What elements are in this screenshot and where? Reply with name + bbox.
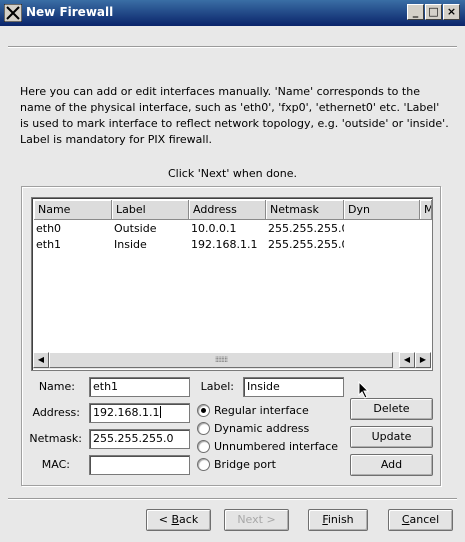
cell-name: eth1 [36, 238, 62, 251]
next-button[interactable]: Next > [224, 509, 289, 531]
column-header-name[interactable]: Name [34, 200, 112, 220]
name-label: Name: [38, 380, 75, 393]
back-button[interactable]: < Back [146, 509, 211, 531]
address-input-value: 192.168.1.1 [93, 406, 160, 419]
netmask-input-value: 255.255.255.0 [93, 432, 174, 445]
scroll-left-arrow-icon[interactable]: ◀ [399, 352, 415, 368]
bridge-port-label[interactable]: Bridge port [214, 458, 276, 471]
dynamic-address-label[interactable]: Dynamic address [214, 422, 309, 435]
window-title: New Firewall [26, 5, 114, 19]
name-input-value: eth1 [93, 380, 119, 393]
cell-label: Inside [114, 238, 147, 251]
unnumbered-interface-label[interactable]: Unnumbered interface [214, 440, 338, 453]
table-horizontal-scrollbar[interactable]: ◀ ⁞⁞⁞⁞⁞⁞⁞⁞ ◀ ▶ [33, 352, 431, 369]
dynamic-address-radio[interactable] [197, 422, 210, 435]
minimize-button[interactable]: _ [407, 4, 424, 20]
netmask-label: Netmask: [29, 432, 82, 445]
table-header: Name Label Address Netmask Dyn M [34, 200, 432, 220]
finish-rest: inish [327, 513, 354, 526]
cell-netmask: 255.255.255.0 [268, 238, 344, 251]
delete-button[interactable]: Delete [350, 398, 433, 420]
maximize-button[interactable]: □ [425, 4, 442, 20]
firewall-app-icon [4, 4, 22, 22]
address-label: Address: [32, 406, 80, 419]
interfaces-table[interactable]: Name Label Address Netmask Dyn M eth0 Ou… [31, 197, 433, 371]
table-row[interactable]: eth0 Outside 10.0.0.1 255.255.255.0 [34, 221, 432, 237]
label-label: Label: [200, 380, 234, 393]
update-button[interactable]: Update [350, 426, 433, 448]
cell-name: eth0 [36, 222, 62, 235]
name-input[interactable]: eth1 [89, 377, 190, 397]
scroll-right-arrow-icon[interactable]: ▶ [415, 352, 431, 368]
top-divider [8, 46, 457, 48]
cell-address: 10.0.0.1 [191, 222, 237, 235]
hint-text: Click 'Next' when done. [167, 167, 298, 180]
text-caret [160, 406, 162, 418]
mac-label: MAC: [41, 458, 70, 471]
back-prefix: < [158, 513, 172, 526]
regular-interface-radio[interactable] [197, 404, 210, 417]
cancel-rest: ancel [409, 513, 440, 526]
address-input[interactable]: 192.168.1.1 [89, 403, 190, 423]
back-rest: ack [179, 513, 199, 526]
cancel-mnemonic: C [401, 513, 410, 526]
label-input-value: Inside [247, 380, 280, 393]
add-button[interactable]: Add [350, 454, 433, 476]
column-header-address[interactable]: Address [189, 200, 266, 220]
label-input[interactable]: Inside [243, 377, 344, 397]
cancel-button[interactable]: Cancel [388, 509, 453, 531]
cell-address: 192.168.1.1 [191, 238, 258, 251]
column-header-dyn[interactable]: Dyn [344, 200, 420, 220]
unnumbered-interface-radio[interactable] [197, 440, 210, 453]
close-button[interactable]: × [443, 4, 460, 20]
cell-netmask: 255.255.255.0 [268, 222, 344, 235]
title-bar[interactable]: New Firewall _ □ × [0, 0, 465, 26]
mouse-pointer-icon [358, 381, 370, 399]
bottom-divider [8, 498, 457, 500]
description-text: Here you can add or edit interfaces manu… [20, 85, 449, 146]
column-header-m[interactable]: M [420, 200, 432, 220]
scroll-left-arrow-icon[interactable]: ◀ [33, 352, 49, 368]
scrollbar-thumb[interactable]: ⁞⁞⁞⁞⁞⁞⁞⁞ [49, 352, 393, 368]
finish-button[interactable]: Finish [308, 509, 368, 531]
column-header-label[interactable]: Label [112, 200, 189, 220]
table-row[interactable]: eth1 Inside 192.168.1.1 255.255.255.0 [34, 237, 432, 253]
cell-label: Outside [114, 222, 157, 235]
mac-input[interactable] [89, 455, 190, 475]
bridge-port-radio[interactable] [197, 458, 210, 471]
netmask-input[interactable]: 255.255.255.0 [89, 429, 190, 449]
back-mnemonic: B [171, 513, 180, 526]
regular-interface-label[interactable]: Regular interface [214, 404, 309, 417]
cell-dyn [344, 221, 420, 237]
column-header-netmask[interactable]: Netmask [266, 200, 344, 220]
cell-dyn [344, 237, 420, 253]
